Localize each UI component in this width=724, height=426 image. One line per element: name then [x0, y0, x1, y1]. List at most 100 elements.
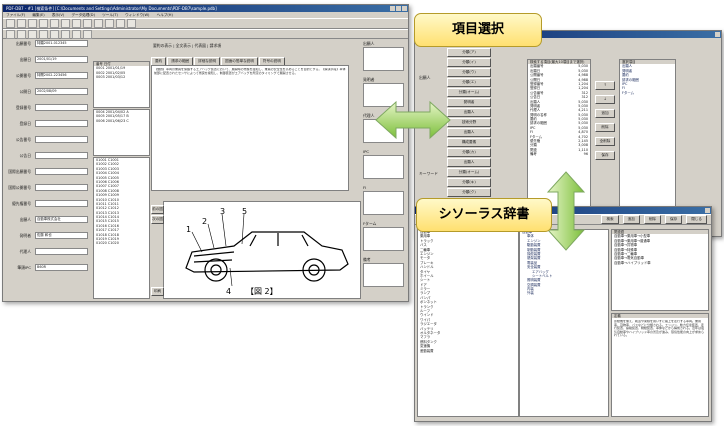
tree-item[interactable]: 外装	[520, 291, 608, 295]
menu-window[interactable]: ウィンドウ(W)	[125, 13, 149, 17]
copy-icon[interactable]	[61, 19, 70, 28]
chart-icon[interactable]	[116, 19, 125, 28]
action-button[interactable]: 全削除	[595, 137, 615, 146]
right-field-box[interactable]	[363, 155, 404, 179]
prev-figure-button[interactable]: 前の図	[151, 205, 164, 214]
thesaurus-close-button[interactable]: 閉じる	[686, 215, 707, 224]
form-field[interactable]: 特願2001-012345	[35, 40, 88, 47]
form-field[interactable]: 佐藤 和也	[35, 232, 88, 239]
maximize-icon[interactable]	[396, 6, 401, 11]
field-row[interactable]: 備考 96	[528, 152, 590, 156]
thesaurus-add-button[interactable]: 追加	[622, 215, 640, 224]
action-button[interactable]: ↑	[595, 81, 615, 90]
group-button[interactable]: 分類(ア)	[447, 48, 491, 57]
right-field-box[interactable]	[363, 191, 404, 215]
save-icon[interactable]	[28, 19, 37, 28]
group-button[interactable]: 分類(イ)	[447, 58, 491, 67]
filter-icon[interactable]	[94, 19, 103, 28]
print-figure-button[interactable]: 印刷	[151, 287, 164, 296]
group-button[interactable]: 分類(オーム)	[447, 88, 491, 97]
group-button[interactable]: 分類(キ)	[447, 178, 491, 187]
group-button[interactable]: 出願人	[447, 108, 491, 117]
form-field[interactable]	[35, 136, 88, 143]
list-row[interactable]: 0003 2001/03/12	[94, 75, 149, 79]
thesaurus-close-icon[interactable]	[705, 208, 710, 213]
action-button[interactable]: ↓	[595, 95, 615, 104]
group-button[interactable]: 分類(カ)	[447, 148, 491, 157]
sort-icon[interactable]	[105, 19, 114, 28]
menu-tools[interactable]: ツール(T)	[102, 13, 118, 17]
group-label-applicant: 出願人	[419, 75, 431, 80]
action-button[interactable]: 追加	[595, 109, 615, 118]
next-icon[interactable]	[28, 29, 37, 39]
group-button[interactable]: 出願人	[447, 128, 491, 137]
prev-icon[interactable]	[17, 29, 26, 39]
right-field-box[interactable]	[363, 227, 404, 251]
paste-icon[interactable]	[72, 19, 81, 28]
last-icon[interactable]	[39, 29, 48, 39]
form-field[interactable]: 特開2002-223456	[35, 72, 88, 79]
thesaurus-save-button[interactable]: 保存	[665, 215, 683, 224]
word-item[interactable]: 差動装置	[418, 349, 518, 353]
item-close-icon[interactable]	[715, 32, 720, 37]
related-term[interactable]: 自動車→ハイブリッド車	[612, 261, 708, 265]
action-button[interactable]: 削除	[595, 123, 615, 132]
cut-icon[interactable]	[50, 19, 59, 28]
image-icon[interactable]	[72, 29, 81, 39]
menu-edit[interactable]: 編集(E)	[32, 13, 44, 17]
menu-help[interactable]: ヘルプ(H)	[157, 13, 173, 17]
abstract-text: 【課題】車両の乗員を保護するエアバッグ装置において、展開時の衝撃を緩和し、乗員の…	[154, 68, 346, 75]
grid-icon[interactable]	[50, 29, 59, 39]
list-icon[interactable]	[61, 29, 70, 39]
next-figure-button[interactable]: 次の図	[151, 215, 164, 224]
thesaurus-search-button[interactable]: 検索	[601, 215, 619, 224]
record-form: 出願番号 特願2001-012345 出願日 2001/01/19 公開番号 特開2002…	[5, 40, 89, 295]
form-field[interactable]	[35, 120, 88, 127]
form-field[interactable]	[35, 200, 88, 207]
menu-data[interactable]: データ処理(D)	[71, 13, 95, 17]
form-field[interactable]: 自動車株式会社	[35, 216, 88, 223]
form-field[interactable]: B60R	[35, 264, 88, 271]
new-icon[interactable]	[6, 19, 15, 28]
open-icon[interactable]	[17, 19, 26, 28]
help-icon[interactable]	[127, 19, 136, 28]
nav-toolbar	[3, 29, 408, 39]
form-field[interactable]: 2002/08/09	[35, 88, 88, 95]
group-button[interactable]: 分類(エ)	[447, 78, 491, 87]
form-field[interactable]	[35, 104, 88, 111]
form-label: 代理人	[19, 249, 31, 254]
code-row[interactable]: 01020 C1020	[94, 241, 149, 245]
group-button[interactable]: 分類(オーム)	[447, 168, 491, 177]
right-field-box[interactable]	[363, 263, 404, 287]
group-button[interactable]: 分類(ク)	[447, 188, 491, 197]
thesaurus-delete-button[interactable]: 削除	[643, 215, 662, 224]
main-toolbar	[3, 18, 408, 29]
right-field-box[interactable]	[363, 47, 404, 71]
action-button[interactable]: 保存	[595, 151, 615, 160]
definition-panel: 定義 原動機を備え、軌道や架線を用いずに路上を走行する車両。乗用車、貨物車、バス…	[611, 313, 709, 417]
minimize-icon[interactable]	[390, 6, 395, 11]
search-icon[interactable]	[83, 19, 92, 28]
form-field[interactable]	[35, 184, 88, 191]
menu-file[interactable]: ファイル(F)	[6, 13, 25, 17]
first-icon[interactable]	[6, 29, 15, 39]
thesaurus-tree: 自動車 車体 エンジン 駆動装置 制動装置 操舵装置 懸架装置 電装品 安全装置 エアバッグ シート…	[519, 229, 609, 417]
group-button[interactable]: 分類(ウ)	[447, 68, 491, 77]
close-icon[interactable]	[402, 6, 407, 11]
form-field[interactable]	[35, 248, 88, 255]
right-field-label: IPC	[363, 149, 370, 154]
list-row[interactable]: 0006 2001/06/23 C	[94, 119, 149, 123]
print-icon[interactable]	[39, 19, 48, 28]
form-field[interactable]	[35, 168, 88, 175]
right-field-label: FI	[363, 185, 367, 190]
form-field[interactable]: 2001/01/19	[35, 56, 88, 63]
form-field[interactable]	[35, 152, 88, 159]
thesaurus-word-list: 自動車 乗用車 トラック バス 二輪車 エンジン モータ ブレーキ ハンドル タイヤ ホイール シート…	[417, 229, 519, 417]
group-button[interactable]: 技術分野	[447, 118, 491, 127]
menu-view[interactable]: 表示(V)	[52, 13, 64, 17]
group-button[interactable]: 出願人	[447, 158, 491, 167]
group-button[interactable]: 発明者	[447, 98, 491, 107]
zoom-icon[interactable]	[83, 29, 92, 39]
group-button[interactable]: 構成要素	[447, 138, 491, 147]
selected-item[interactable]: Fターム	[620, 91, 675, 95]
